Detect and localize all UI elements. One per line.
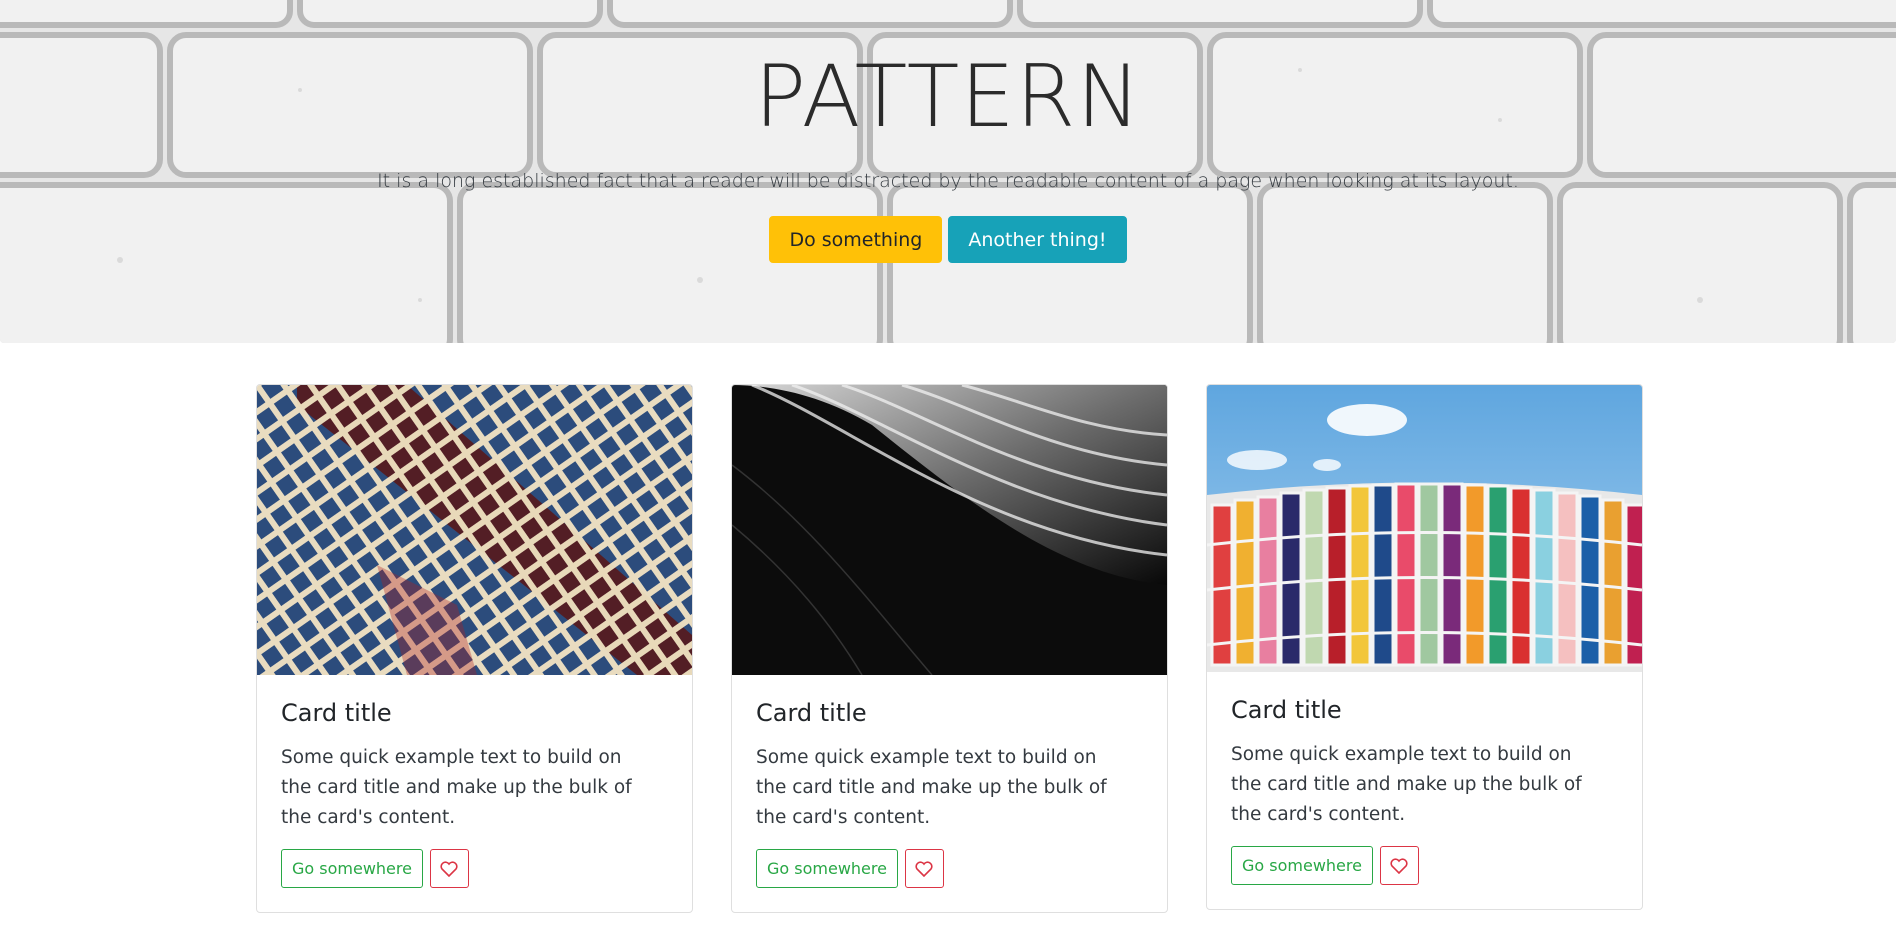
another-thing-button[interactable]: Another thing! xyxy=(948,216,1127,263)
go-somewhere-button[interactable]: Go somewhere xyxy=(281,849,423,888)
card-actions: Go somewhere xyxy=(1231,846,1618,885)
card-title: Card title xyxy=(281,699,392,727)
heart-icon xyxy=(915,860,934,877)
heart-icon xyxy=(1390,857,1409,874)
card-image-colorful-panels xyxy=(1207,385,1642,672)
heart-icon xyxy=(440,860,459,877)
card-actions: Go somewhere xyxy=(281,849,668,888)
do-something-button[interactable]: Do something xyxy=(769,216,943,263)
card-title: Card title xyxy=(756,699,867,727)
card-image-building xyxy=(257,385,692,675)
hero-jumbotron: PATTERN It is a long established fact th… xyxy=(0,0,1896,343)
go-somewhere-button[interactable]: Go somewhere xyxy=(1231,846,1373,885)
like-button[interactable] xyxy=(1379,846,1419,885)
hero-button-group: Do something Another thing! xyxy=(0,216,1896,263)
card-1: Card title Some quick example text to bu… xyxy=(256,384,693,913)
card-text: Some quick example text to build on the … xyxy=(756,747,1107,828)
card-body: Card title Some quick example text to bu… xyxy=(257,675,692,912)
card-image-architecture xyxy=(732,385,1167,675)
hero-lead-text: It is a long established fact that a rea… xyxy=(377,170,1519,192)
card-text: Some quick example text to build on the … xyxy=(1231,744,1582,825)
card-2: Card title Some quick example text to bu… xyxy=(731,384,1168,913)
card-3: Card title Some quick example text to bu… xyxy=(1206,384,1643,910)
page-title: PATTERN xyxy=(754,47,1142,147)
card-title: Card title xyxy=(1231,696,1342,724)
card-body: Card title Some quick example text to bu… xyxy=(732,675,1167,912)
like-button[interactable] xyxy=(429,849,469,888)
card-body: Card title Some quick example text to bu… xyxy=(1207,672,1642,909)
card-actions: Go somewhere xyxy=(756,849,1143,888)
card-text: Some quick example text to build on the … xyxy=(281,747,632,828)
like-button[interactable] xyxy=(904,849,944,888)
go-somewhere-button[interactable]: Go somewhere xyxy=(756,849,898,888)
